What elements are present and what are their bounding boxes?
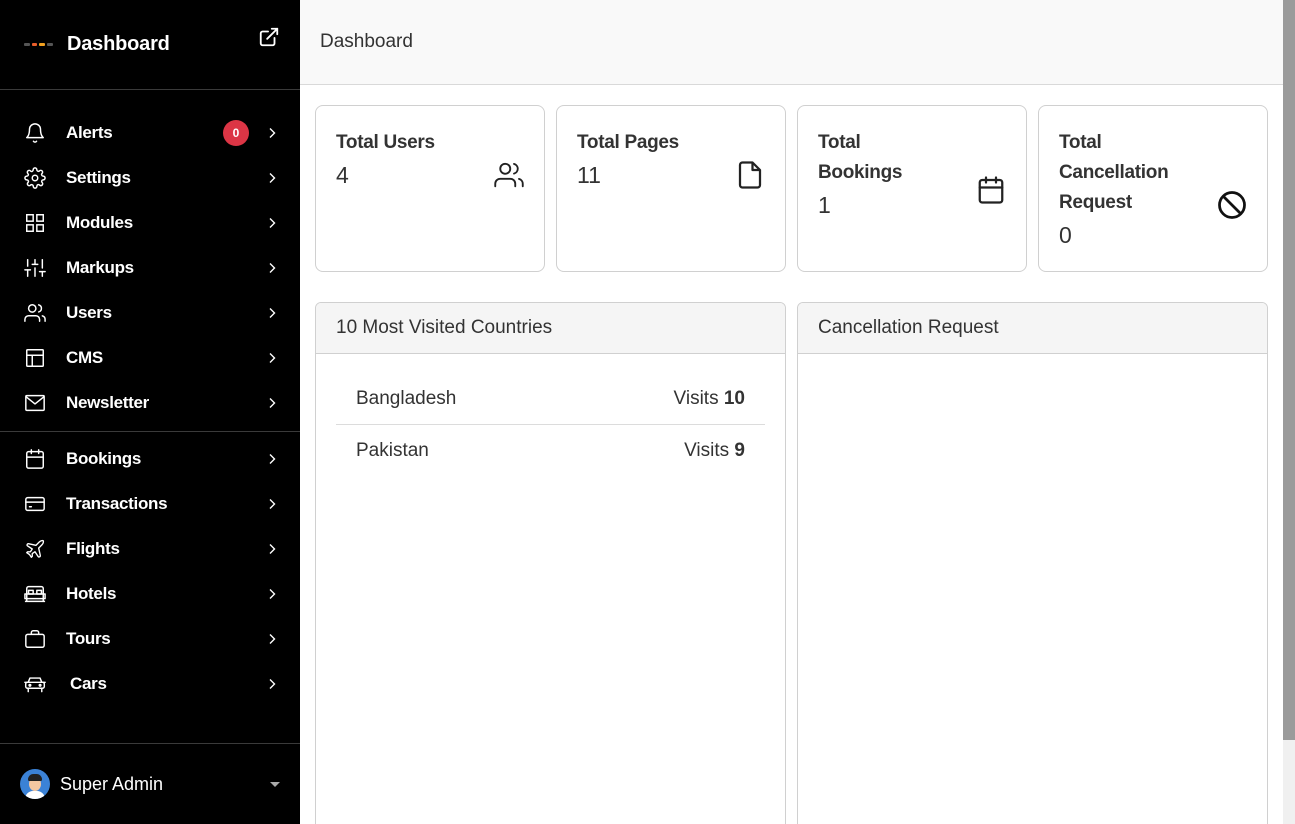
user-menu[interactable]: Super Admin — [0, 743, 300, 824]
sidebar-item-tours[interactable]: Tours — [0, 616, 300, 661]
stats-cards: Total Users 4 Total Pages 11 Total Booki… — [315, 105, 1268, 272]
panel-title: 10 Most Visited Countries — [316, 303, 785, 354]
main-content: Dashboard Total Users 4 Total Pages 11 T… — [300, 0, 1283, 824]
users-icon — [494, 162, 524, 188]
sidebar-item-hotels[interactable]: Hotels — [0, 571, 300, 616]
layout-icon — [24, 347, 46, 369]
brand-logo — [24, 40, 54, 50]
panel-title: Cancellation Request — [798, 303, 1267, 354]
bed-icon — [24, 583, 46, 605]
mail-icon — [24, 392, 46, 414]
ban-icon — [1218, 191, 1246, 219]
sidebar-item-label: CMS — [66, 347, 103, 367]
chevron-right-icon — [269, 588, 276, 599]
most-visited-countries-panel: 10 Most Visited Countries Bangladesh Vis… — [315, 302, 786, 824]
credit-card-icon — [24, 493, 46, 515]
sidebar-item-alerts[interactable]: Alerts 0 — [0, 110, 300, 155]
sidebar-item-transactions[interactable]: Transactions — [0, 481, 300, 526]
chevron-right-icon — [269, 262, 276, 273]
sidebar-item-label: Cars — [70, 673, 107, 693]
stat-card-total-cancellation-request[interactable]: Total Cancellation Request 0 — [1038, 105, 1268, 272]
stat-value: 0 — [1059, 222, 1072, 248]
caret-down-icon — [270, 781, 280, 787]
cancellation-request-panel: Cancellation Request — [797, 302, 1268, 824]
chevron-right-icon — [269, 217, 276, 228]
stat-title: Total Bookings — [818, 132, 903, 183]
nav-group-modules: Bookings Transactions Flights Hotels Tou… — [0, 432, 300, 706]
sidebar-item-modules[interactable]: Modules — [0, 200, 300, 245]
chevron-right-icon — [269, 633, 276, 644]
chevron-right-icon — [269, 352, 276, 363]
sidebar-item-label: Users — [66, 302, 112, 322]
sliders-icon — [24, 257, 46, 279]
stat-card-total-users[interactable]: Total Users 4 — [315, 105, 545, 272]
breadcrumb: Dashboard — [320, 31, 413, 52]
country-name: Bangladesh — [356, 388, 457, 409]
chevron-right-icon — [269, 307, 276, 318]
sidebar-item-label: Settings — [66, 167, 131, 187]
sidebar-item-markups[interactable]: Markups — [0, 245, 300, 290]
visits-count: Visits 10 — [673, 388, 745, 409]
sidebar-item-flights[interactable]: Flights — [0, 526, 300, 571]
visits-count: Visits 9 — [684, 439, 745, 461]
sidebar-item-label: Flights — [66, 538, 120, 558]
sidebar-item-label: Transactions — [66, 493, 168, 513]
stat-title: Total Cancellation Request — [1059, 132, 1169, 213]
briefcase-icon — [24, 628, 46, 650]
scrollbar-thumb[interactable] — [1283, 0, 1295, 740]
chevron-right-icon — [269, 127, 276, 138]
airplane-icon — [24, 538, 46, 560]
calendar-icon — [978, 176, 1004, 204]
list-item: Pakistan Visits 9 — [336, 425, 765, 476]
country-name: Pakistan — [356, 439, 429, 461]
sidebar-item-bookings[interactable]: Bookings — [0, 436, 300, 481]
sidebar-item-users[interactable]: Users — [0, 290, 300, 335]
chevron-right-icon — [269, 498, 276, 509]
stat-title: Total Users — [336, 132, 435, 153]
brand-title[interactable]: Dashboard — [67, 33, 170, 56]
top-bar: Dashboard — [300, 0, 1283, 85]
vertical-scrollbar[interactable] — [1283, 0, 1295, 824]
sidebar-item-label: Tours — [66, 628, 111, 648]
sidebar-item-cms[interactable]: CMS — [0, 335, 300, 380]
alerts-count-badge: 0 — [223, 120, 249, 146]
chevron-right-icon — [269, 678, 276, 689]
users-icon — [24, 302, 46, 324]
sidebar: Dashboard Alerts 0 Settings Modules Mark… — [0, 0, 300, 824]
chevron-right-icon — [269, 397, 276, 408]
sidebar-item-newsletter[interactable]: Newsletter — [0, 380, 300, 425]
chevron-right-icon — [269, 543, 276, 554]
nav-group-main: Alerts 0 Settings Modules Markups Users … — [0, 90, 300, 432]
sidebar-item-settings[interactable]: Settings — [0, 155, 300, 200]
car-icon — [24, 673, 46, 695]
sidebar-item-label: Newsletter — [66, 392, 149, 412]
stat-card-total-bookings[interactable]: Total Bookings 1 — [797, 105, 1027, 272]
avatar — [20, 769, 50, 799]
stat-title: Total Pages — [577, 132, 679, 153]
sidebar-item-label: Markups — [66, 257, 134, 277]
external-link-icon[interactable] — [258, 26, 280, 48]
chevron-right-icon — [269, 453, 276, 464]
list-item: Bangladesh Visits 10 — [336, 374, 765, 425]
file-icon — [738, 161, 762, 189]
country-list: Bangladesh Visits 10 Pakistan Visits 9 — [316, 354, 785, 476]
user-name: Super Admin — [60, 773, 164, 794]
grid-icon — [24, 212, 46, 234]
chevron-right-icon — [269, 172, 276, 183]
stat-card-total-pages[interactable]: Total Pages 11 — [556, 105, 786, 272]
sidebar-item-cars[interactable]: Cars — [0, 661, 300, 706]
sidebar-brand: Dashboard — [0, 0, 300, 90]
sidebar-item-label: Modules — [66, 212, 133, 232]
sidebar-item-label: Bookings — [66, 448, 142, 468]
calendar-icon — [24, 448, 46, 470]
bell-icon — [24, 122, 46, 144]
sidebar-item-label: Hotels — [66, 583, 117, 603]
gear-icon — [24, 166, 46, 189]
